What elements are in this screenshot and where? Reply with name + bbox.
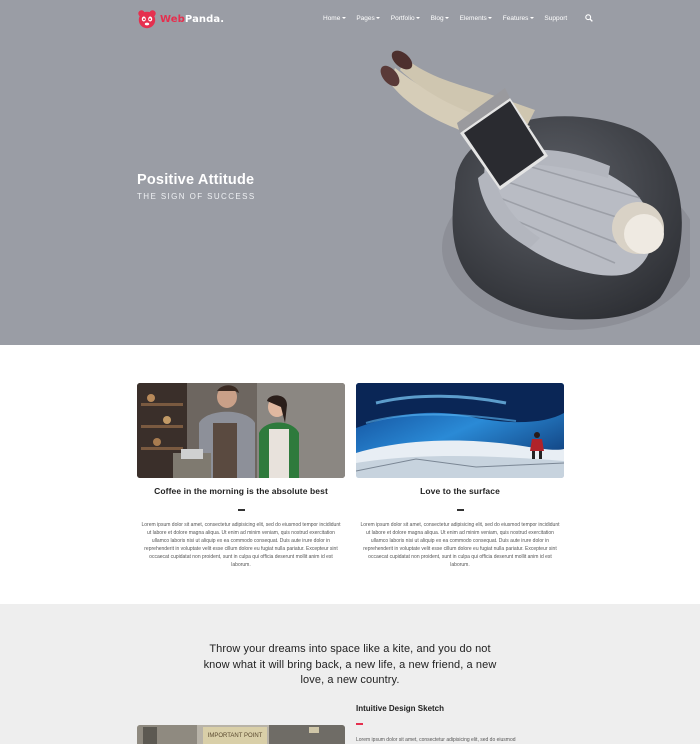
- accent-divider: [356, 723, 363, 725]
- card-text: Lorem ipsum dolor sit amet, consectetur …: [360, 521, 560, 568]
- nav-item-elements[interactable]: Elements: [460, 15, 493, 22]
- nav-item-blog[interactable]: Blog: [431, 15, 450, 22]
- caret-down-icon: [376, 17, 381, 19]
- caret-down-icon: [341, 17, 346, 19]
- quote-section: Throw your dreams into space like a kite…: [0, 604, 700, 744]
- title-divider: [456, 509, 464, 511]
- caret-down-icon: [529, 17, 534, 19]
- nav-item-support[interactable]: Support: [544, 15, 567, 22]
- search-icon[interactable]: [584, 14, 593, 22]
- caret-down-icon: [445, 17, 450, 19]
- logo-text: WebPanda.: [160, 13, 225, 25]
- sketch-text: Lorem ipsum dolor sit amet, consectetur …: [356, 737, 516, 743]
- post-card-coffee: Coffee in the morning is the absolute be…: [137, 383, 345, 569]
- card-title[interactable]: Love to the surface: [356, 486, 564, 496]
- caret-down-icon: [416, 17, 421, 19]
- hero-image: [380, 50, 690, 330]
- hero-subtitle: THE SIGN OF SUCCESS: [137, 192, 256, 201]
- nav-item-home[interactable]: Home: [323, 15, 346, 22]
- coffee-couple-image[interactable]: [137, 383, 345, 478]
- hero-title: Positive Attitude: [137, 172, 255, 188]
- nav-item-features[interactable]: Features: [503, 15, 534, 22]
- card-text: Lorem ipsum dolor sit amet, consectetur …: [141, 521, 341, 568]
- card-title[interactable]: Coffee in the morning is the absolute be…: [137, 486, 345, 496]
- quote-text: Throw your dreams into space like a kite…: [203, 643, 497, 686]
- hero-section: WebPanda. Home Pages Portfolio Blog Elem…: [0, 0, 700, 345]
- caret-down-icon: [488, 17, 493, 19]
- sketch-sign-text: IMPORTANT POINT: [208, 733, 263, 739]
- main-nav: Home Pages Portfolio Blog Elements Featu…: [323, 14, 593, 22]
- design-sketch-image[interactable]: IMPORTANT POINT: [137, 725, 345, 744]
- sketch-title[interactable]: Intuitive Design Sketch: [356, 704, 444, 713]
- post-card-surface: Love to the surface Lorem ipsum dolor si…: [356, 383, 564, 569]
- nav-item-pages[interactable]: Pages: [356, 15, 381, 22]
- nav-item-portfolio[interactable]: Portfolio: [391, 15, 421, 22]
- title-divider: [237, 509, 245, 511]
- logo[interactable]: WebPanda.: [137, 9, 224, 29]
- panda-logo-icon: [138, 10, 156, 29]
- ice-cave-image[interactable]: [356, 383, 564, 478]
